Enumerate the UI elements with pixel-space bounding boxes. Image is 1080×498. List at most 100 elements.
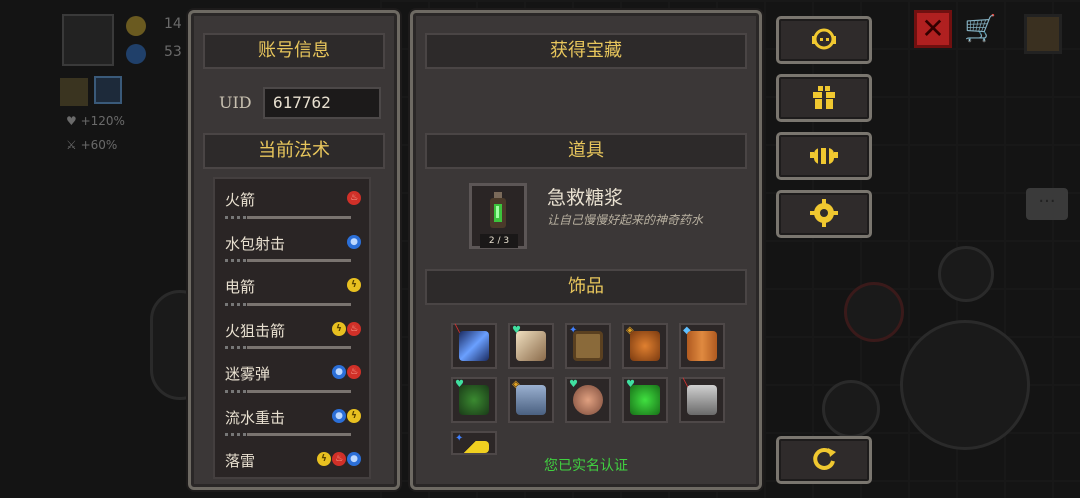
buff-orb-icon [94,76,122,104]
spell-divider [225,259,351,262]
close-icon: ✕ [914,10,952,48]
spell-item[interactable]: 电箭 ϟ [215,266,369,310]
buff-shield-icon [60,78,88,106]
skill-water-button [938,246,994,302]
accessory-bandage[interactable]: ♥ [508,323,554,369]
slime-icon [630,385,660,415]
fire-element-icon: ♨ [332,452,346,466]
accessory-glasses[interactable]: ♥ [565,377,611,423]
spell-name: 落雷 [225,452,256,470]
cloak-icon [516,385,546,415]
fire-element-icon: ♨ [347,321,361,336]
item-name: 急救糖浆 [547,187,624,209]
treasure-panel: 获得宝藏 道具 2 / 3 急救糖浆 让自己慢慢好起来的神奇药水 饰品 ╲ ♥ … [410,10,762,490]
accessory-vest[interactable]: ◆ [679,323,725,369]
accessory-gauntlet[interactable]: ╲ [679,377,725,423]
gear-icon [810,199,838,227]
spell-item[interactable]: 火狙击箭 ϟ ♨ [215,310,369,354]
treasure-header: 获得宝藏 [425,33,747,69]
spell-item[interactable]: 迷雾弹 ● ♨ [215,353,369,397]
spell-divider [225,346,351,349]
gem-icon [126,44,146,64]
chat-icon: ··· [1026,188,1068,220]
spell-divider [225,433,351,436]
spell-elements: ϟ [347,278,361,292]
face-icon [573,385,603,415]
horn-icon [459,441,489,453]
sword-buff: ⚔ +60% [66,138,118,152]
refresh-button[interactable] [776,436,872,484]
lightning-blade-icon [459,331,489,361]
spell-elements: ϟ ♨ [332,321,361,336]
spell-elements: ● ♨ [332,365,361,379]
vest-icon [687,331,717,361]
accessory-clover[interactable]: ♥ [451,377,497,423]
item-count: 2 / 3 [480,234,518,248]
verified-text: 您已实名认证 [544,458,628,474]
bag-icon [1024,14,1062,54]
account-header: 账号信息 [203,33,385,69]
accessory-cloak[interactable]: ◈ [508,377,554,423]
accessories-header: 饰品 [425,269,747,305]
spell-name: 迷雾弹 [225,365,271,383]
item-slot-syrup[interactable]: 2 / 3 [469,183,527,249]
book-icon [573,331,603,361]
fire-element-icon: ♨ [347,191,361,205]
spell-divider [225,476,351,477]
account-panel: 账号信息 UID 617762 当前法术 火箭 ♨ 水包射击 ● 电箭 ϟ 火狙击箭 ϟ ♨ 迷雾… [188,10,400,490]
accessory-horn[interactable]: ✦ [451,431,497,455]
accessory-slime[interactable]: ♥ [622,377,668,423]
support-button[interactable] [776,16,872,64]
sword-buff-value: +60% [80,138,118,152]
water-element-icon: ● [347,452,361,466]
coin-count: 14 [164,16,182,32]
gift-icon [813,86,835,109]
skill-fire-button [844,282,904,342]
spell-name: 火狙击箭 [225,321,286,340]
amulet-icon [630,331,660,361]
water-element-icon: ● [332,408,346,423]
coin-icon [126,16,146,36]
support-icon [812,28,836,50]
attack-button [900,320,1030,450]
thunder-element-icon: ϟ [347,408,361,423]
bandage-icon [516,331,546,361]
spell-elements: ● [347,234,361,249]
accessory-amulet[interactable]: ◈ [622,323,668,369]
spell-divider [225,389,351,393]
gift-button[interactable] [776,74,872,122]
bee-button[interactable] [776,132,872,180]
refresh-icon [813,447,836,470]
uid-label: UID [219,93,252,112]
spell-item[interactable]: 流水重击 ● ϟ [215,397,369,441]
player-avatar [62,14,114,66]
items-header: 道具 [425,133,747,169]
potion-icon [490,192,506,228]
spell-item[interactable]: 落雷 ϟ ♨ ● [215,440,369,477]
heart-buff: ♥ +120% [66,114,125,128]
water-element-icon: ● [332,365,346,379]
accessory-lightning-blade[interactable]: ╲ [451,323,497,369]
bee-icon [810,148,838,164]
spell-item[interactable]: 火箭 ♨ [215,179,369,223]
gauntlet-icon [687,385,717,415]
thunder-element-icon: ϟ [332,321,346,336]
spell-item[interactable]: 水包射击 ● [215,223,369,267]
uid-field[interactable]: 617762 [263,87,381,119]
settings-button[interactable] [776,190,872,238]
spell-divider [225,302,351,306]
spell-elements: ϟ ♨ ● [317,452,361,466]
skill-thunder-button [822,380,880,438]
spell-elements: ● ϟ [332,408,361,423]
spell-elements: ♨ [347,191,361,205]
item-description: 让自己慢慢好起来的神奇药水 [547,213,704,227]
clover-icon [459,385,489,415]
fire-element-icon: ♨ [347,365,361,379]
spell-name: 电箭 [225,278,256,296]
spell-name: 火箭 [225,191,256,209]
accessory-book[interactable]: ✦ [565,323,611,369]
spells-header: 当前法术 [203,133,385,169]
heart-buff-value: +120% [80,114,125,128]
gem-count: 53 [164,44,182,60]
spell-list[interactable]: 火箭 ♨ 水包射击 ● 电箭 ϟ 火狙击箭 ϟ ♨ 迷雾弹 ● ♨ 流水重击 ● ϟ 落雷 ϟ ♨ ● [213,177,371,479]
